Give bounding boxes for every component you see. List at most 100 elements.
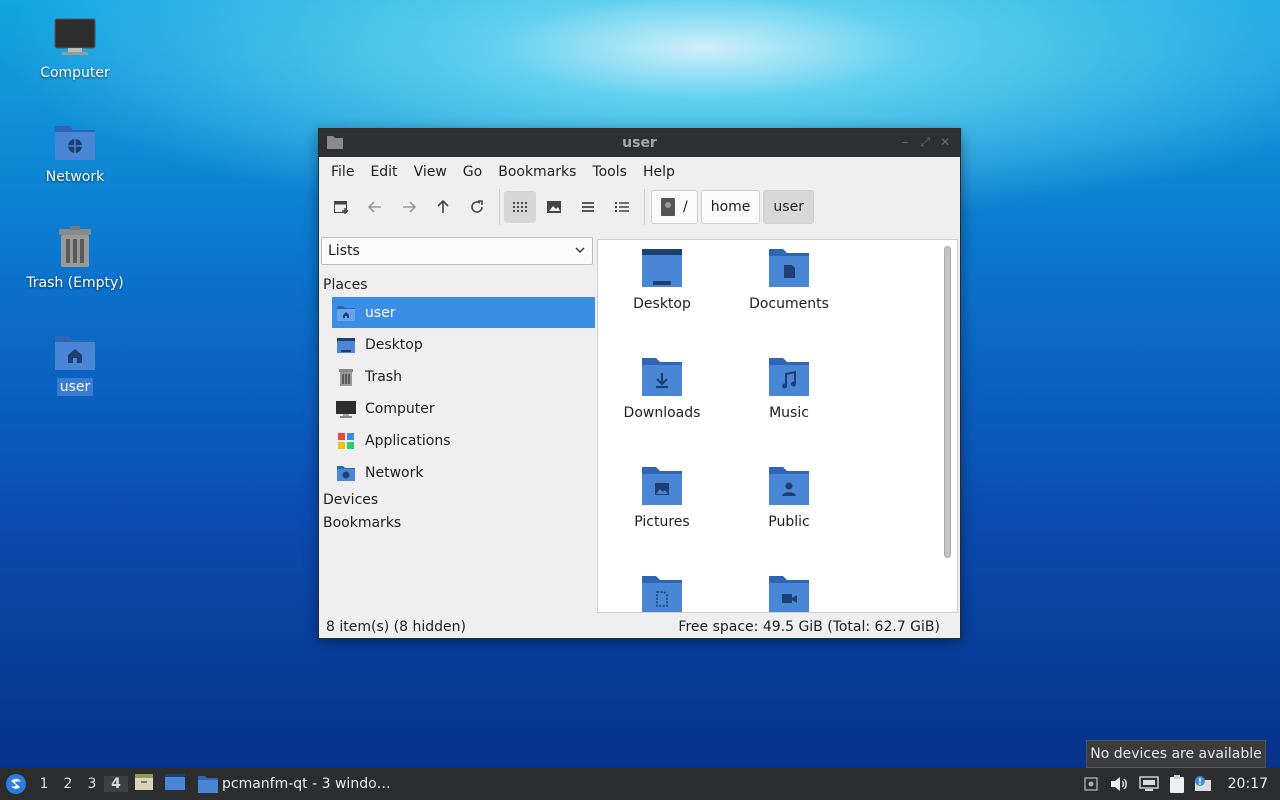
reload-button[interactable] bbox=[461, 191, 493, 223]
place-label: Computer bbox=[365, 400, 435, 417]
place-applications[interactable]: Applications bbox=[332, 425, 595, 456]
desktop-icon-label: user bbox=[56, 378, 94, 396]
file-item[interactable]: Documents bbox=[727, 248, 851, 312]
place-desktop[interactable]: Desktop bbox=[332, 329, 595, 360]
desktop-folder-icon bbox=[642, 249, 682, 287]
computer-icon bbox=[336, 400, 356, 418]
file-name: Desktop bbox=[633, 296, 691, 312]
workspace-1[interactable]: 1 bbox=[32, 776, 56, 792]
menu-view[interactable]: View bbox=[406, 164, 455, 180]
quicklaunch-show-desktop[interactable] bbox=[164, 773, 186, 795]
desktop-icon-computer[interactable]: Computer bbox=[20, 18, 130, 82]
breadcrumb-home[interactable]: home bbox=[700, 190, 761, 224]
tooltip: No devices are available bbox=[1086, 740, 1266, 768]
status-item-count: 8 item(s) (8 hidden) bbox=[326, 619, 466, 635]
status-bar: 8 item(s) (8 hidden) Free space: 49.5 Gi… bbox=[319, 616, 960, 638]
breadcrumb-user[interactable]: user bbox=[763, 190, 814, 224]
pictures-folder-icon bbox=[642, 467, 682, 505]
new-tab-button[interactable] bbox=[325, 191, 357, 223]
side-pane: Lists Places user Desktop Trash Computer… bbox=[321, 237, 595, 609]
toolbar-separator bbox=[499, 189, 500, 225]
templates-folder-icon bbox=[642, 576, 682, 612]
place-computer[interactable]: Computer bbox=[332, 393, 595, 424]
devices-header[interactable]: Devices bbox=[323, 492, 378, 508]
home-folder-icon bbox=[337, 305, 355, 321]
compact-view-button[interactable] bbox=[572, 191, 604, 223]
menu-help[interactable]: Help bbox=[635, 164, 683, 180]
music-folder-icon bbox=[769, 358, 809, 396]
desktop-icon-network[interactable]: Network bbox=[20, 122, 130, 186]
grid-icon bbox=[513, 202, 527, 212]
close-icon[interactable]: ✕ bbox=[938, 135, 952, 149]
list-icon bbox=[582, 202, 594, 212]
maximize-icon[interactable]: ⤢ bbox=[918, 135, 932, 149]
task-label: pcmanfm-qt - 3 windo… bbox=[222, 776, 391, 792]
vertical-scrollbar[interactable] bbox=[944, 246, 951, 558]
public-folder-icon bbox=[769, 467, 809, 505]
new-tab-icon bbox=[334, 201, 348, 214]
bookmarks-header[interactable]: Bookmarks bbox=[323, 515, 401, 531]
window-titlebar[interactable]: user – ⤢ ✕ bbox=[319, 129, 960, 157]
breadcrumb-root[interactable]: / bbox=[651, 190, 698, 224]
workspace-3[interactable]: 3 bbox=[80, 776, 104, 792]
tray-update-notifier[interactable] bbox=[1190, 776, 1216, 792]
file-item[interactable]: Music bbox=[727, 357, 851, 421]
desktop-icon-label: Computer bbox=[40, 65, 110, 81]
desktop-icon-user[interactable]: user bbox=[20, 332, 130, 396]
file-manager-icon bbox=[135, 774, 153, 790]
place-user[interactable]: user bbox=[332, 297, 595, 328]
volume-icon bbox=[1110, 777, 1127, 791]
menu-file[interactable]: File bbox=[323, 164, 362, 180]
file-item[interactable]: Pictures bbox=[600, 466, 724, 530]
file-item[interactable] bbox=[727, 575, 851, 612]
place-label: Network bbox=[365, 464, 424, 481]
toolbar-separator bbox=[644, 189, 645, 225]
status-free-space: Free space: 49.5 GiB (Total: 62.7 GiB) bbox=[678, 619, 940, 635]
menu-bookmarks[interactable]: Bookmarks bbox=[490, 164, 584, 180]
workspace-2[interactable]: 2 bbox=[56, 776, 80, 792]
minimize-icon[interactable]: – bbox=[898, 135, 912, 149]
tray-clipboard[interactable] bbox=[1164, 774, 1190, 794]
show-desktop-icon bbox=[165, 774, 185, 790]
places-header[interactable]: Places bbox=[323, 277, 368, 293]
tray-network[interactable] bbox=[1134, 776, 1164, 792]
main-menu-button[interactable] bbox=[0, 768, 32, 800]
menu-edit[interactable]: Edit bbox=[362, 164, 405, 180]
file-item[interactable]: Downloads bbox=[600, 357, 724, 421]
file-item[interactable]: Desktop bbox=[600, 248, 724, 312]
lxqt-logo-icon bbox=[6, 774, 26, 794]
update-alert-icon bbox=[1194, 776, 1211, 791]
forward-button[interactable] bbox=[393, 191, 425, 223]
breadcrumb: / home user bbox=[651, 190, 817, 224]
place-label: user bbox=[365, 304, 396, 321]
file-name: Documents bbox=[749, 296, 829, 312]
tray-volume[interactable] bbox=[1104, 776, 1134, 792]
place-network[interactable]: Network bbox=[332, 457, 595, 488]
back-button[interactable] bbox=[359, 191, 391, 223]
taskbar-window-button[interactable]: pcmanfm-qt - 3 windo… bbox=[198, 775, 391, 793]
menu-go[interactable]: Go bbox=[455, 164, 490, 180]
folder-view: Desktop Documents Downloads Music Pictur… bbox=[597, 239, 958, 613]
menu-tools[interactable]: Tools bbox=[584, 164, 635, 180]
workspace-4[interactable]: 4 bbox=[104, 776, 128, 792]
place-trash[interactable]: Trash bbox=[332, 361, 595, 392]
thumbnail-view-button[interactable] bbox=[538, 191, 570, 223]
desktop-icon-label: Network bbox=[45, 169, 105, 185]
file-item[interactable] bbox=[600, 575, 724, 612]
file-name: Downloads bbox=[623, 405, 701, 421]
trash-icon bbox=[339, 368, 353, 386]
side-pane-mode-select[interactable]: Lists bbox=[321, 237, 593, 265]
arrow-up-icon bbox=[437, 200, 449, 213]
file-item[interactable]: Public bbox=[727, 466, 851, 530]
quicklaunch-file-manager[interactable] bbox=[134, 772, 154, 796]
detailed-view-button[interactable] bbox=[606, 191, 638, 223]
clock[interactable]: 20:17 bbox=[1216, 776, 1280, 792]
desktop-icon bbox=[337, 337, 355, 353]
up-button[interactable] bbox=[427, 191, 459, 223]
tray-screenshot[interactable] bbox=[1078, 777, 1104, 791]
desktop-icon-trash[interactable]: Trash (Empty) bbox=[20, 226, 130, 292]
videos-folder-icon bbox=[769, 576, 809, 612]
system-tray: 20:17 bbox=[1078, 768, 1280, 800]
icon-view-button[interactable] bbox=[504, 191, 536, 223]
detailed-list-icon bbox=[615, 202, 629, 212]
